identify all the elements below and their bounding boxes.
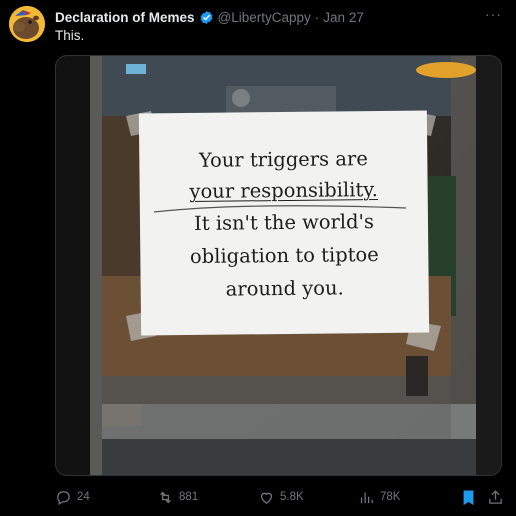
repost-button[interactable]: 881 <box>157 486 198 508</box>
sign-line: Your triggers are <box>198 147 368 172</box>
like-button[interactable]: 5.8K <box>258 486 304 508</box>
repost-count: 881 <box>179 491 199 503</box>
views-button[interactable]: 78K <box>358 486 400 508</box>
like-icon <box>260 492 273 504</box>
reply-button[interactable]: 24 <box>55 486 90 508</box>
share-button[interactable] <box>487 486 509 508</box>
tweet-media-image[interactable]: Your triggers are your responsibility. I… <box>55 55 502 476</box>
sign-line: your responsibility. <box>189 178 378 203</box>
views-icon <box>360 492 373 503</box>
avatar[interactable] <box>9 6 45 42</box>
repost-icon <box>160 491 171 503</box>
reply-count: 24 <box>77 491 90 503</box>
sign-line: It isn't the world's <box>193 210 375 235</box>
tweet-header: Declaration of Memes @LibertyCappy · Jan… <box>55 6 502 26</box>
share-icon <box>489 489 502 504</box>
sign-text: Your triggers are your responsibility. I… <box>141 111 427 332</box>
author-handle[interactable]: @LibertyCappy <box>218 10 311 25</box>
views-count: 78K <box>380 491 401 503</box>
tweet-actions: 24 881 5.8K 78K <box>55 486 502 508</box>
reply-icon <box>57 490 70 505</box>
author-name[interactable]: Declaration of Memes <box>55 10 195 25</box>
bookmark-button[interactable] <box>460 486 482 508</box>
like-count: 5.8K <box>280 491 304 503</box>
avatar-capybara-image <box>9 6 45 42</box>
more-options-icon[interactable]: ··· <box>485 6 502 22</box>
tweet-date[interactable]: Jan 27 <box>323 10 364 25</box>
sign-line: obligation to tiptoe <box>189 243 379 268</box>
sign-line: around you. <box>225 276 344 301</box>
tweet-text: This. <box>55 28 85 43</box>
separator-dot: · <box>314 9 320 25</box>
verified-badge-icon[interactable] <box>199 10 214 25</box>
bookmark-icon <box>463 489 474 505</box>
